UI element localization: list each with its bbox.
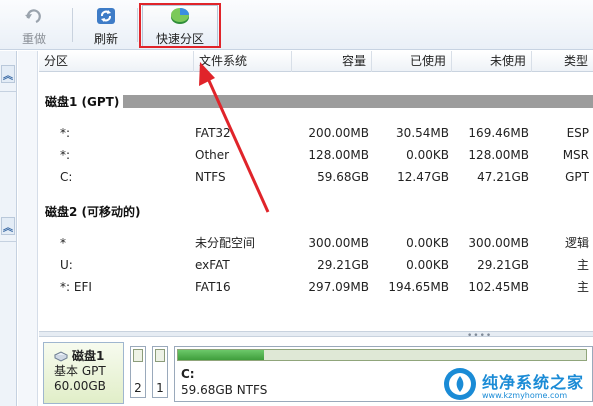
cell-partition: *: — [60, 126, 71, 140]
disk-card[interactable]: 磁盘1 基本 GPT 60.00GB — [43, 342, 124, 404]
disk-group-title[interactable]: 磁盘2 (可移动的) — [45, 203, 141, 220]
toolbar-separator — [137, 8, 138, 42]
cell-free: 29.21GB — [477, 258, 529, 272]
partition-detail: 59.68GB NTFS — [181, 383, 268, 397]
cell-type: 主 — [576, 280, 589, 294]
table-row[interactable]: C: NTFS 59.68GB 12.47GB 47.21GB GPT — [39, 166, 593, 188]
disk-size: 60.00GB — [54, 379, 106, 393]
cell-partition: *: — [60, 148, 71, 162]
column-header-free[interactable]: 未使用 — [452, 51, 532, 72]
disk-group-bar — [45, 95, 593, 108]
annotation-highlight-box — [139, 3, 221, 48]
panel-divider — [0, 241, 17, 242]
cell-filesystem: FAT16 — [195, 280, 231, 294]
refresh-icon — [94, 6, 118, 26]
cell-type: GPT — [565, 170, 589, 184]
disk-icon — [54, 350, 68, 362]
toolbar: 重做 刷新 快速分区 — [0, 0, 593, 50]
disk-group-title[interactable]: 磁盘1 (GPT) — [45, 93, 124, 110]
partition-label: C: — [181, 367, 195, 381]
column-header-type[interactable]: 类型 — [532, 51, 593, 72]
cell-free: 300.00MB — [468, 236, 529, 250]
partition-table: 分区 文件系统 容量 已使用 未使用 类型 磁盘1 (GPT) *: FAT32… — [39, 51, 593, 331]
partition-usage-bar — [177, 349, 587, 361]
panel-divider — [0, 91, 17, 92]
cell-free: 102.45MB — [468, 280, 529, 294]
redo-button[interactable]: 重做 — [12, 6, 56, 48]
cell-filesystem: 未分配空间 — [195, 236, 256, 250]
cell-partition: U: — [60, 258, 73, 272]
cell-free: 47.21GB — [477, 170, 529, 184]
column-header-partition[interactable]: 分区 — [39, 51, 194, 72]
column-header-filesystem[interactable]: 文件系统 — [194, 51, 292, 72]
partition-block[interactable]: 2 — [130, 346, 146, 398]
refresh-button[interactable]: 刷新 — [84, 6, 128, 48]
cell-free: 169.46MB — [468, 126, 529, 140]
expand-panel-button[interactable]: ︽ — [1, 217, 15, 235]
partition-usage-bar — [155, 349, 165, 362]
cell-partition: C: — [60, 170, 73, 184]
table-row[interactable]: * 未分配空间 300.00MB 0.00KB 300.00MB 逻辑 — [39, 232, 593, 254]
column-header-used[interactable]: 已使用 — [372, 51, 452, 72]
cell-free: 128.00MB — [468, 148, 529, 162]
table-row[interactable]: U: exFAT 29.21GB 0.00KB 29.21GB 主 — [39, 254, 593, 276]
column-header-capacity[interactable]: 容量 — [292, 51, 372, 72]
cell-partition: * — [60, 236, 66, 250]
refresh-label: 刷新 — [93, 32, 118, 46]
cell-type: 逻辑 — [564, 236, 589, 250]
panel-gutter — [18, 51, 38, 406]
table-row[interactable]: *: Other 128.00MB 0.00KB 128.00MB MSR — [39, 144, 593, 166]
partition-index: 2 — [134, 381, 142, 395]
pane-splitter[interactable]: •••• — [39, 331, 593, 341]
watermark-title: 纯净系统之家 — [482, 372, 585, 392]
cell-type: MSR — [562, 148, 589, 162]
partition-usage-bar — [133, 349, 143, 362]
cell-filesystem: Other — [195, 148, 230, 162]
watermark-logo — [442, 366, 478, 402]
left-collapsed-panel: ︽ ︽ — [0, 51, 17, 406]
toolbar-separator — [72, 8, 73, 42]
cell-type: ESP — [566, 126, 589, 140]
redo-icon — [22, 6, 46, 26]
expand-panel-button[interactable]: ︽ — [1, 65, 15, 83]
table-header: 分区 文件系统 容量 已使用 未使用 类型 — [39, 51, 593, 72]
cell-type: 主 — [576, 258, 589, 272]
cell-filesystem: NTFS — [195, 170, 226, 184]
table-row[interactable]: *: EFI FAT16 297.09MB 194.65MB 102.45MB … — [39, 276, 593, 298]
partition-index: 1 — [156, 381, 164, 395]
double-chevron-up-icon: ︽ — [3, 70, 13, 82]
disk-style: 基本 GPT — [54, 364, 106, 378]
disk-card-title: 磁盘1 — [54, 347, 119, 364]
watermark: 纯净系统之家 www.kzmyhome.com — [442, 362, 593, 406]
cell-filesystem: FAT32 — [195, 126, 231, 140]
partition-usage-fill — [178, 350, 264, 360]
partition-block[interactable]: 1 — [152, 346, 168, 398]
double-chevron-up-icon: ︽ — [3, 222, 13, 234]
cell-filesystem: exFAT — [195, 258, 230, 272]
table-row[interactable]: *: FAT32 200.00MB 30.54MB 169.46MB ESP — [39, 122, 593, 144]
watermark-text: 纯净系统之家 www.kzmyhome.com — [482, 369, 584, 400]
redo-label: 重做 — [21, 32, 46, 46]
cell-partition: *: EFI — [60, 280, 92, 294]
disk-name: 磁盘1 — [72, 349, 105, 363]
